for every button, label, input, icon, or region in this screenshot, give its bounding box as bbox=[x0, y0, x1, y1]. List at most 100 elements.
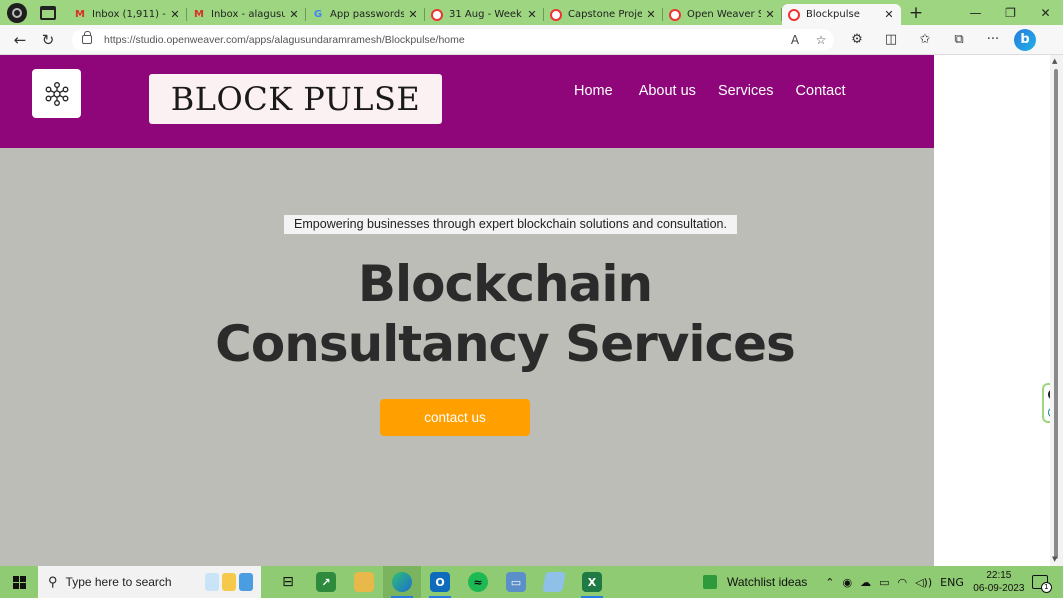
edge-icon bbox=[392, 572, 412, 592]
search-placeholder: Type here to search bbox=[65, 575, 172, 589]
tab-actions-icon[interactable] bbox=[40, 5, 56, 20]
tab-title: App passwords bbox=[330, 9, 404, 20]
close-icon[interactable]: ✕ bbox=[288, 8, 300, 21]
chevron-up-icon[interactable]: ⌃ bbox=[825, 576, 834, 589]
scroll-up-icon[interactable]: ▲ bbox=[1052, 57, 1057, 65]
tab-inbox-1[interactable]: M Inbox (1,911) - a ✕ bbox=[68, 4, 187, 25]
task-view-icon: ⊟ bbox=[282, 574, 294, 590]
notifications-button[interactable]: 1 bbox=[1031, 575, 1052, 593]
notepad-app[interactable] bbox=[535, 566, 573, 598]
hero-tagline: Empowering businesses through expert blo… bbox=[284, 215, 737, 234]
network-nodes-icon bbox=[45, 81, 68, 106]
close-icon[interactable]: ✕ bbox=[645, 8, 657, 21]
volume-icon[interactable]: ◁)) bbox=[915, 576, 932, 589]
stocks-app[interactable]: ↗ bbox=[307, 566, 345, 598]
file-explorer-app[interactable] bbox=[345, 566, 383, 598]
close-icon[interactable]: ✕ bbox=[169, 8, 181, 21]
brand-name: BLOCK PULSE bbox=[170, 80, 421, 118]
nav-services[interactable]: Services bbox=[718, 83, 774, 99]
outlook-icon: O bbox=[430, 572, 450, 592]
taskbar-search[interactable]: ⚲ Type here to search bbox=[38, 566, 261, 598]
clock[interactable]: 22:15 06-09-2023 bbox=[972, 569, 1026, 595]
favorites-icon[interactable]: ✩ bbox=[908, 32, 942, 47]
browser-toolbar: ← ↻ https://studio.openweaver.com/apps/a… bbox=[0, 25, 1063, 55]
widgets-button[interactable]: Watchlist ideas bbox=[703, 575, 807, 589]
notepad-icon bbox=[542, 572, 566, 592]
gmail-icon: M bbox=[75, 9, 85, 20]
split-screen-icon[interactable]: ◫ bbox=[874, 32, 908, 47]
scrollbar-thumb[interactable] bbox=[1054, 69, 1058, 559]
close-icon[interactable]: ✕ bbox=[407, 8, 419, 21]
window-controls: — ❐ ✕ bbox=[958, 6, 1063, 20]
remote-desktop-app[interactable]: ▭ bbox=[497, 566, 535, 598]
battery-icon[interactable]: ▭ bbox=[879, 576, 889, 589]
remote-desktop-icon: ▭ bbox=[506, 572, 526, 592]
tab-title: Open Weaver Stu bbox=[687, 9, 761, 20]
profile-button[interactable] bbox=[7, 2, 27, 23]
security-icon[interactable]: ◉ bbox=[842, 576, 852, 589]
onedrive-icon[interactable]: ☁ bbox=[860, 576, 871, 589]
back-button[interactable]: ← bbox=[6, 31, 34, 49]
search-highlight-icon bbox=[205, 569, 257, 595]
lock-icon[interactable] bbox=[82, 31, 92, 44]
wifi-icon[interactable]: ◠ bbox=[897, 576, 907, 589]
language-indicator[interactable]: ENG bbox=[940, 576, 964, 589]
page-viewport: BLOCK PULSE Home About us Services Conta… bbox=[0, 55, 1063, 566]
scroll-down-icon[interactable]: ▼ bbox=[1052, 555, 1057, 563]
favorite-star-icon[interactable]: ☆ bbox=[808, 33, 834, 47]
close-icon[interactable]: ✕ bbox=[883, 8, 895, 21]
openweaver-icon bbox=[550, 8, 562, 21]
spotify-icon: ≈ bbox=[468, 572, 488, 592]
tab-app-passwords[interactable]: G App passwords ✕ bbox=[306, 4, 425, 25]
edge-app[interactable] bbox=[383, 566, 421, 598]
excel-icon: X bbox=[582, 572, 602, 592]
hero-title-line-2: Consultancy Services bbox=[215, 315, 796, 373]
tab-title: Inbox - alagusun bbox=[211, 9, 285, 20]
nav-contact[interactable]: Contact bbox=[796, 83, 846, 99]
close-icon[interactable]: ✕ bbox=[764, 8, 776, 21]
tab-capstone[interactable]: Capstone Project ✕ bbox=[544, 4, 663, 25]
close-icon[interactable]: ✕ bbox=[526, 8, 538, 21]
google-icon: G bbox=[313, 9, 323, 20]
collections-icon[interactable]: ⧉ bbox=[942, 32, 976, 47]
extensions-icon[interactable]: ⚙ bbox=[840, 32, 874, 47]
notification-count: 1 bbox=[1040, 582, 1052, 593]
brand-banner: BLOCK PULSE bbox=[149, 74, 442, 124]
site-logo[interactable] bbox=[32, 69, 81, 118]
close-window-button[interactable]: ✕ bbox=[1028, 6, 1063, 20]
start-button[interactable] bbox=[0, 575, 38, 589]
new-tab-button[interactable]: + bbox=[905, 3, 927, 23]
clock-date: 06-09-2023 bbox=[973, 583, 1025, 594]
openweaver-icon bbox=[431, 8, 443, 21]
system-tray: ⌃ ◉ ☁ ▭ ◠ ◁)) ENG bbox=[825, 576, 964, 589]
tab-open-weaver[interactable]: Open Weaver Stu ✕ bbox=[663, 4, 782, 25]
address-bar[interactable]: https://studio.openweaver.com/apps/alagu… bbox=[72, 28, 834, 51]
openweaver-icon bbox=[669, 8, 681, 21]
contact-us-button[interactable]: contact us bbox=[380, 399, 530, 436]
nav-home[interactable]: Home bbox=[574, 83, 613, 99]
url-text: https://studio.openweaver.com/apps/alagu… bbox=[104, 33, 465, 46]
more-menu-icon[interactable]: ··· bbox=[976, 32, 1010, 47]
tab-blockpulse[interactable]: Blockpulse ✕ bbox=[782, 4, 901, 25]
tab-week-3[interactable]: 31 Aug - Week 3 ✕ bbox=[425, 4, 544, 25]
spotify-app[interactable]: ≈ bbox=[459, 566, 497, 598]
excel-app[interactable]: X bbox=[573, 566, 611, 598]
tab-inbox-2[interactable]: M Inbox - alagusun ✕ bbox=[187, 4, 306, 25]
page-scrollbar[interactable]: ▲ ▼ bbox=[1050, 55, 1063, 566]
site-header: BLOCK PULSE Home About us Services Conta… bbox=[0, 55, 934, 148]
tab-title: 31 Aug - Week 3 bbox=[449, 9, 523, 20]
bing-copilot-icon[interactable]: b bbox=[1014, 28, 1036, 51]
outlook-app[interactable]: O bbox=[421, 566, 459, 598]
main-nav: Home About us Services Contact bbox=[574, 83, 872, 99]
refresh-button[interactable]: ↻ bbox=[34, 31, 62, 49]
profile-icon bbox=[12, 7, 22, 18]
watchlist-icon bbox=[703, 575, 717, 589]
tab-title: Capstone Project bbox=[568, 9, 642, 20]
restore-button[interactable]: ❐ bbox=[993, 6, 1028, 20]
task-view-button[interactable]: ⊟ bbox=[269, 566, 307, 598]
nav-about-us[interactable]: About us bbox=[639, 83, 696, 99]
gmail-icon: M bbox=[194, 9, 204, 20]
read-aloud-icon[interactable]: A bbox=[782, 33, 808, 47]
minimize-button[interactable]: — bbox=[958, 6, 993, 20]
search-icon: ⚲ bbox=[48, 574, 58, 589]
